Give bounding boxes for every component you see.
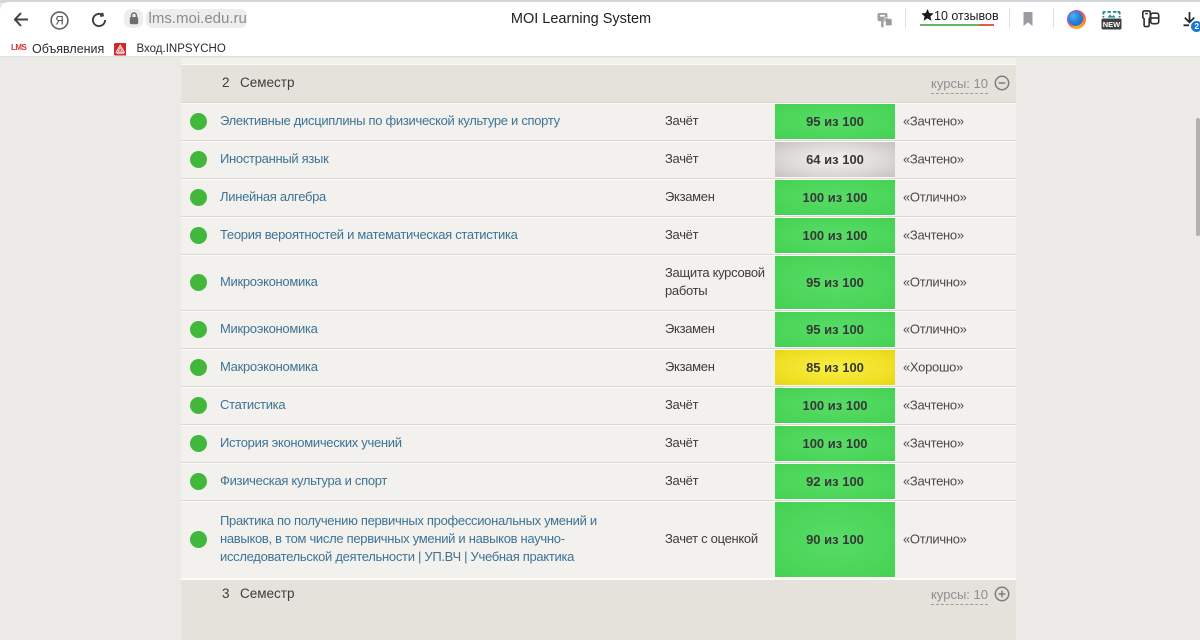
svg-text:NEW: NEW xyxy=(1102,20,1120,29)
svg-text:Я: Я xyxy=(55,15,63,27)
